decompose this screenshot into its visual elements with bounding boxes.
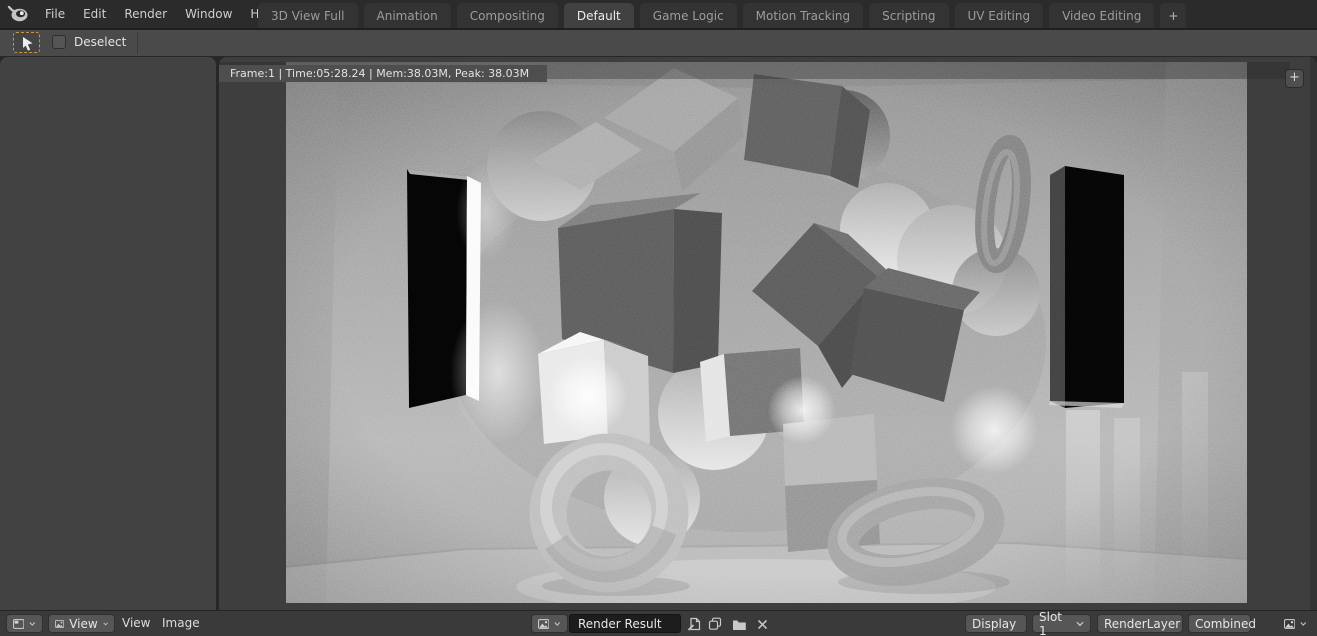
menu-window[interactable]: Window [176, 0, 241, 28]
new-image-button[interactable] [684, 615, 704, 633]
image-icon [1284, 618, 1295, 630]
image-icon [538, 618, 549, 630]
topbar: File Edit Render Window Help 3D View Ful… [0, 0, 1317, 28]
image-name-input[interactable] [569, 614, 681, 633]
render-pass-dropdown[interactable]: Combined [1188, 614, 1251, 633]
deselect-label: Deselect [74, 30, 126, 55]
left-editor-panel[interactable] [0, 57, 216, 610]
view-menu[interactable]: View [122, 611, 150, 636]
editor-right-margin [1310, 57, 1317, 610]
tab-3d-view-full[interactable]: 3D View Full [258, 3, 358, 28]
duplicate-image-button[interactable] [705, 615, 725, 633]
image-pin-dropdown[interactable] [1277, 614, 1314, 633]
active-tool-button[interactable] [13, 32, 40, 53]
workspace-tabs: 3D View Full Animation Compositing Defau… [258, 3, 1186, 28]
image-menu[interactable]: Image [162, 611, 200, 636]
render-layer-dropdown[interactable]: RenderLayer [1097, 614, 1183, 633]
blender-window: File Edit Render Window Help 3D View Ful… [0, 0, 1317, 636]
chevron-down-icon [29, 621, 36, 627]
menu-file[interactable]: File [36, 0, 74, 28]
image-browse-dropdown[interactable] [531, 614, 568, 633]
new-image-icon [687, 617, 702, 631]
mode-dropdown-label: View [69, 617, 97, 631]
tab-scripting[interactable]: Scripting [869, 3, 948, 28]
chevron-down-icon [1076, 621, 1084, 627]
duplicate-image-icon [708, 617, 722, 631]
chevron-down-icon [103, 621, 108, 627]
image-icon [55, 618, 64, 630]
deselect-checkbox[interactable] [52, 35, 66, 49]
render-result-image [286, 62, 1247, 603]
tab-game-logic[interactable]: Game Logic [640, 3, 737, 28]
menu-bar: File Edit Render Window Help [36, 0, 287, 28]
slot-dropdown[interactable]: Slot 1 [1032, 614, 1091, 633]
tab-motion-tracking[interactable]: Motion Tracking [743, 3, 863, 28]
tab-compositing[interactable]: Compositing [457, 3, 558, 28]
open-image-button[interactable] [729, 615, 749, 633]
chevron-down-icon [554, 621, 561, 627]
tweak-tool-cursor-icon [19, 35, 35, 51]
slot-dropdown-label: Slot 1 [1039, 610, 1071, 636]
add-region-button[interactable]: + [1285, 69, 1304, 88]
image-editor-region: Frame:1 | Time:05:28.24 | Mem:38.03M, Pe… [219, 57, 1317, 610]
editor-type-icon [13, 618, 24, 630]
tab-uv-editing[interactable]: UV Editing [955, 3, 1044, 28]
chevron-down-icon [1300, 621, 1307, 627]
blender-logo-icon [7, 4, 29, 24]
tab-default[interactable]: Default [564, 3, 634, 28]
render-pass-dropdown-label: Combined [1195, 617, 1256, 631]
header-separator [137, 32, 138, 54]
mode-dropdown[interactable]: View [48, 614, 115, 633]
display-dropdown[interactable]: Display [965, 614, 1027, 633]
unlink-image-button[interactable] [752, 615, 772, 633]
tool-header: Deselect [0, 28, 1317, 56]
image-editor-header: View View Image [0, 610, 1317, 636]
menu-render[interactable]: Render [115, 0, 176, 28]
close-x-icon [757, 619, 768, 630]
render-layer-dropdown-label: RenderLayer [1104, 617, 1180, 631]
add-workspace-button[interactable]: + [1160, 3, 1186, 28]
folder-icon [732, 618, 747, 631]
editor-type-dropdown[interactable] [6, 614, 43, 633]
display-dropdown-label: Display [972, 617, 1016, 631]
render-stats-bar: Frame:1 | Time:05:28.24 | Mem:38.03M, Pe… [219, 62, 1290, 79]
render-stats-text: Frame:1 | Time:05:28.24 | Mem:38.03M, Pe… [219, 65, 547, 82]
tab-animation[interactable]: Animation [364, 3, 451, 28]
menu-edit[interactable]: Edit [74, 0, 115, 28]
tab-video-editing[interactable]: Video Editing [1049, 3, 1154, 28]
